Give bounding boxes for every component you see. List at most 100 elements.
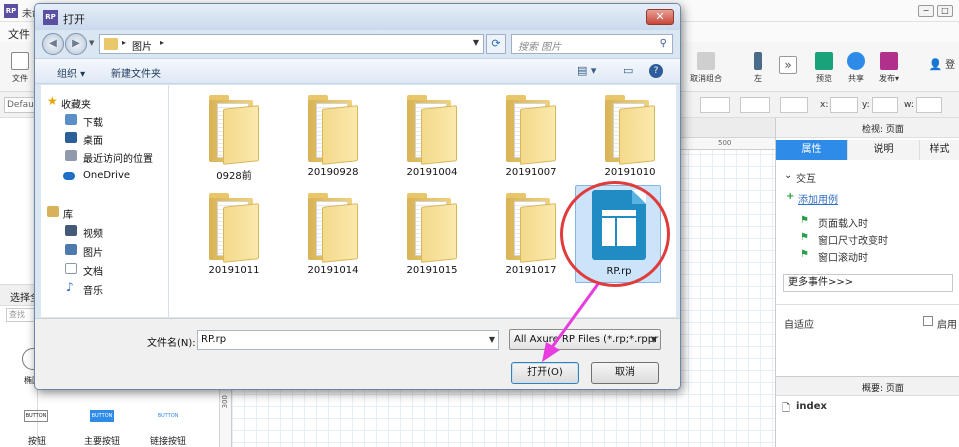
nav-videos[interactable]: 视频 [41,222,165,240]
toolbar-ungroup[interactable]: 取消组合 [686,52,726,84]
breadcrumb-pictures[interactable]: 图片 [132,38,152,53]
folder-item[interactable]: 20191007 [488,87,574,185]
address-bar[interactable]: ▸ 图片 ▸ ▼ [99,34,484,54]
library-icon [47,206,59,217]
nav-favorites[interactable]: ★ 收藏夹 [41,93,165,111]
format-box-2[interactable] [740,97,770,113]
close-button[interactable]: ✕ [646,9,674,25]
star-icon: ★ [47,94,58,108]
dialog-title: 打开 [63,13,85,26]
search-icon: ⚲ [659,38,667,49]
format-box-1[interactable] [700,97,730,113]
add-case-link[interactable]: 添加用例 [798,191,838,206]
more-events-select[interactable]: 更多事件>>> [783,274,953,292]
window-controls: − □ [918,5,953,17]
more-icon: » [779,56,797,74]
help-icon[interactable]: ? [649,64,663,78]
picture-icon [65,244,77,255]
x-label: x: [820,100,829,110]
filetype-dropdown-icon[interactable]: ▼ [651,330,657,349]
pages-panel [0,118,38,447]
nav-pictures[interactable]: 图片 [41,241,165,259]
command-bar: 组织 ▾ 新建文件夹 ▤ ▾ ▭ ? [35,58,680,84]
chevron-down-icon[interactable]: ⌄ [784,170,792,181]
share-cloud-icon [847,52,865,70]
nav-onedrive[interactable]: OneDrive [41,167,165,185]
nav-downloads[interactable]: 下载 [41,111,165,129]
breadcrumb-chevron-icon[interactable]: ▸ [160,38,164,47]
add-icon: + [786,191,795,202]
overview-index-item[interactable]: index [796,401,827,412]
link-button-widget-preview[interactable]: BUTTON [156,410,180,422]
new-folder-button[interactable]: 新建文件夹 [111,65,161,80]
event-window-resize[interactable]: 窗口尺寸改变时 [818,232,888,247]
search-input[interactable]: 搜索 图片 [518,38,561,53]
tab-properties[interactable]: 属性 [776,140,848,160]
button-widget-preview[interactable]: BUTTON [24,410,48,422]
dialog-titlebar: RP 打开 ✕ [35,4,680,30]
folder-icon [209,191,259,263]
x-input[interactable] [830,97,858,113]
folder-icon [506,93,556,165]
organize-button[interactable]: 组织 ▾ [57,65,85,80]
tab-style[interactable]: 样式 [920,140,959,160]
tab-notes[interactable]: 说明 [848,140,920,160]
align-left-icon [754,52,762,70]
event-window-scroll[interactable]: 窗口滚动时 [818,249,868,264]
folder-item[interactable]: 20191011 [191,185,277,283]
folder-item[interactable]: 20191004 [389,87,475,185]
ungroup-icon [697,52,715,70]
y-label: y: [862,100,870,110]
filename-dropdown-icon[interactable]: ▼ [489,331,495,349]
preview-icon [815,52,833,70]
forward-button[interactable]: ▶ [65,33,87,55]
folder-icon [104,38,118,50]
nav-desktop[interactable]: 桌面 [41,129,165,147]
recent-locations-dropdown[interactable]: ▼ [89,39,94,47]
document-icon [65,263,77,274]
toolbar-publish[interactable]: 发布▾ [869,52,909,84]
interactions-title: 交互 [796,174,816,185]
recent-places-icon [65,150,77,161]
refresh-button[interactable]: ⟳ [486,34,506,54]
folder-item[interactable]: 0928前 [191,87,277,185]
menu-file[interactable]: 文件 [8,26,30,42]
event-icon: ⚑ [800,249,809,260]
adaptive-label: 自适应 [784,320,814,331]
music-icon: ♪ [66,280,74,294]
folder-item[interactable]: 20191015 [389,185,475,283]
nav-recent-places[interactable]: 最近访问的位置 [41,147,165,165]
user-icon: 👤 [928,58,943,71]
toolbar-login[interactable]: 👤 登 [922,56,959,71]
style-select[interactable]: Defau [4,97,36,113]
nav-documents[interactable]: 文档 [41,260,165,278]
event-page-load[interactable]: 页面载入时 [818,215,868,230]
adaptive-checkbox[interactable] [923,316,933,326]
folder-item[interactable]: 20190928 [290,87,376,185]
navigation-pane: ★ 收藏夹 下载 桌面 最近访问的位置 OneDrive 库 视频 图片 文档 … [41,85,169,317]
desktop-icon [65,132,77,143]
axure-logo-icon: RP [43,10,58,25]
format-box-3[interactable] [780,97,808,113]
breadcrumb-chevron-icon[interactable]: ▸ [122,38,126,47]
toolbar-more[interactable]: » [768,56,808,77]
button-widget-label: 按钮 [28,437,47,447]
overview-header: 概要: 页面 [776,376,959,396]
back-button[interactable]: ◀ [42,33,64,55]
nav-library[interactable]: 库 [41,203,165,221]
folder-item[interactable]: 20191014 [290,185,376,283]
primary-button-widget-label: 主要按钮 [84,437,121,447]
primary-button-widget-preview[interactable]: BUTTON [90,410,114,422]
y-input[interactable] [872,97,898,113]
preview-pane-icon[interactable]: ▭ [623,64,633,77]
address-dropdown-icon[interactable]: ▼ [473,38,479,47]
folder-icon [308,191,358,263]
w-input[interactable] [916,97,942,113]
filename-input[interactable]: RP.rp ▼ [197,330,499,350]
view-options-icon[interactable]: ▤ ▾ [577,64,596,77]
nav-music[interactable]: ♪ 音乐 [41,279,165,297]
search-box[interactable]: 搜索 图片 ⚲ [511,34,673,54]
minimize-button[interactable]: − [918,5,934,17]
maximize-button[interactable]: □ [937,5,953,17]
folder-item[interactable]: 20191010 [587,87,673,185]
